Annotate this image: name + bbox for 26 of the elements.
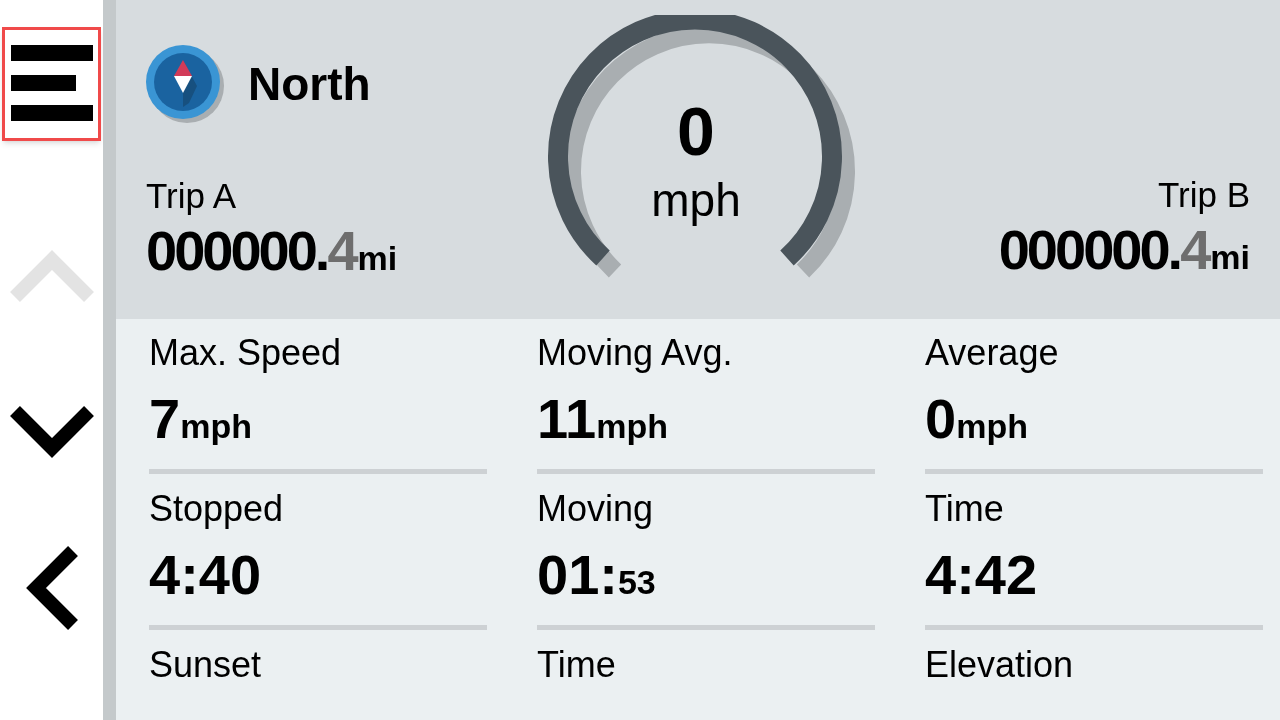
- menu-button[interactable]: [2, 27, 101, 141]
- speed-value: 0: [677, 97, 715, 165]
- chevron-down-icon: [9, 406, 94, 458]
- trip-label: Trip B: [1157, 177, 1250, 212]
- trip-label: Trip A: [146, 178, 237, 213]
- field-value: 4:42: [925, 547, 1038, 603]
- field-label: Moving Avg.: [537, 335, 733, 371]
- menu-icon: [10, 45, 93, 123]
- chevron-up-icon: [9, 250, 94, 302]
- field-label: Time: [537, 647, 616, 683]
- trip-distance: 000000.4mi: [998, 222, 1250, 278]
- field-label: Stopped: [149, 491, 284, 527]
- trip-distance: 000000.4mi: [146, 223, 398, 279]
- back-icon: [25, 546, 78, 630]
- field-value: 01:53: [537, 547, 656, 603]
- field-value: 7mph: [149, 391, 252, 447]
- field-label: Time: [925, 491, 1004, 527]
- field-label: Max. Speed: [149, 335, 342, 371]
- field-value: 11mph: [537, 391, 668, 447]
- field-value: 4:40: [149, 547, 262, 603]
- heading-title: North: [248, 61, 371, 107]
- field-label: Average: [925, 335, 1059, 371]
- field-label: Elevation: [925, 647, 1074, 683]
- field-value: 0mph: [925, 391, 1028, 447]
- field-label: Moving: [537, 491, 654, 527]
- field-label: Sunset: [149, 647, 262, 683]
